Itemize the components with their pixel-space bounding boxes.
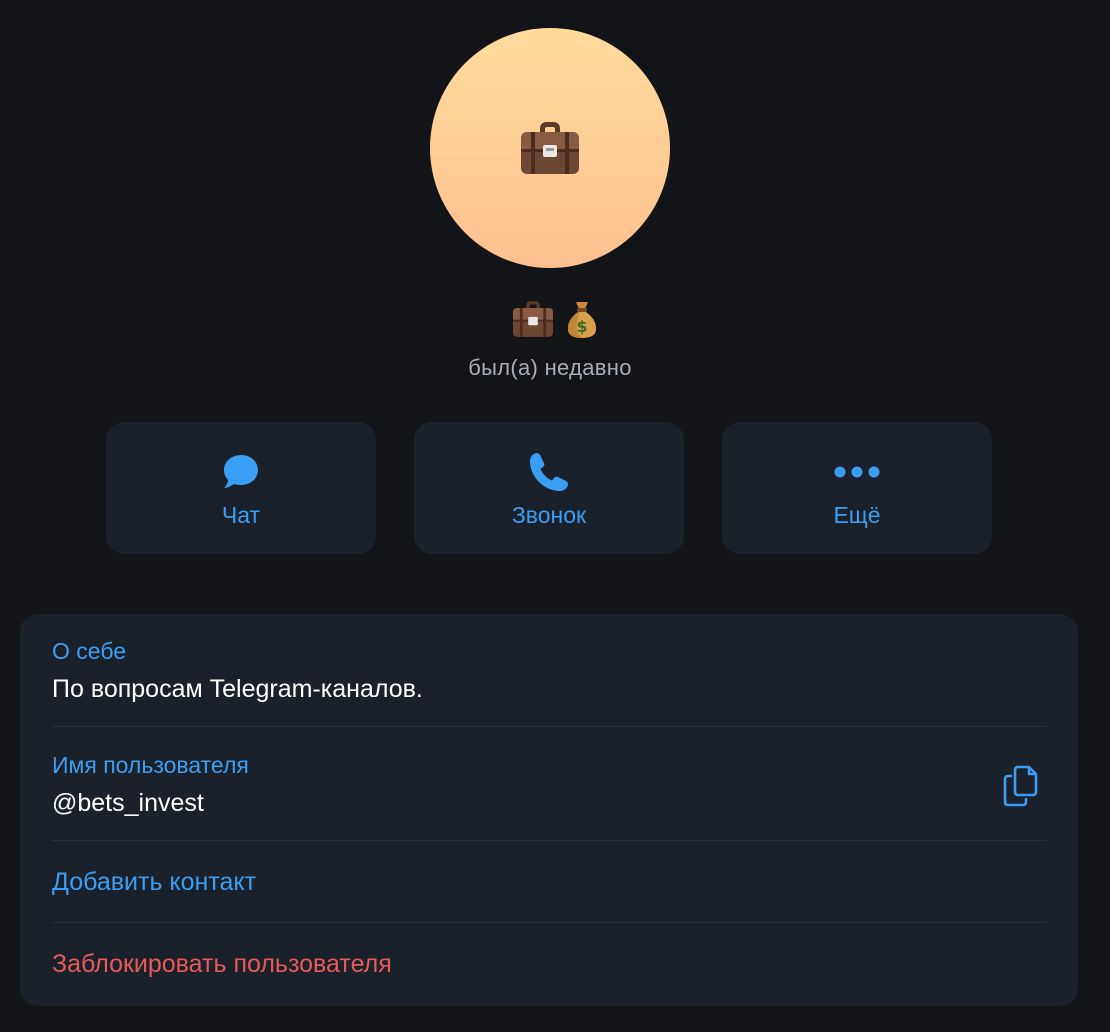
more-dots-icon [834,466,880,478]
chat-bubble-icon [224,455,258,488]
username-caption: Имя пользователя [52,752,249,778]
add-contact-button[interactable]: Добавить контакт [52,868,1046,897]
divider [52,726,1046,727]
about-text: По вопросам Telegram-каналов. [52,675,423,703]
more-button[interactable]: Ещё [722,422,992,554]
briefcase-icon [513,301,553,337]
chat-button[interactable]: Чат [106,422,376,554]
profile-info-card: О себе По вопросам Telegram-каналов. Имя… [20,614,1078,1006]
action-buttons: Чат Звонок Ещё [106,422,992,554]
divider [52,840,1046,841]
money-bag-icon: $ [567,302,597,338]
divider [52,922,1046,923]
more-button-label: Ещё [833,502,881,528]
avatar[interactable] [430,28,670,268]
last-seen-status: был(а) недавно [468,355,632,380]
profile-name: $ [0,296,1110,342]
phone-icon [530,453,568,491]
call-button[interactable]: Звонок [414,422,684,554]
briefcase-icon [521,122,579,174]
svg-text:$: $ [576,317,587,336]
username-section[interactable]: Имя пользователя @bets_invest [52,752,968,818]
copy-icon [1003,765,1038,807]
about-caption: О себе [52,638,127,664]
call-button-label: Звонок [511,502,587,528]
about-section[interactable]: О себе По вопросам Telegram-каналов. [52,638,1046,704]
chat-button-label: Чат [221,502,261,528]
profile-page: $ был(а) недавно Чат Звонок Ещё О себе П… [0,0,1110,1032]
block-user-button[interactable]: Заблокировать пользователя [52,950,1046,979]
copy-username-button[interactable] [1002,764,1044,808]
username-value: @bets_invest [52,789,204,817]
